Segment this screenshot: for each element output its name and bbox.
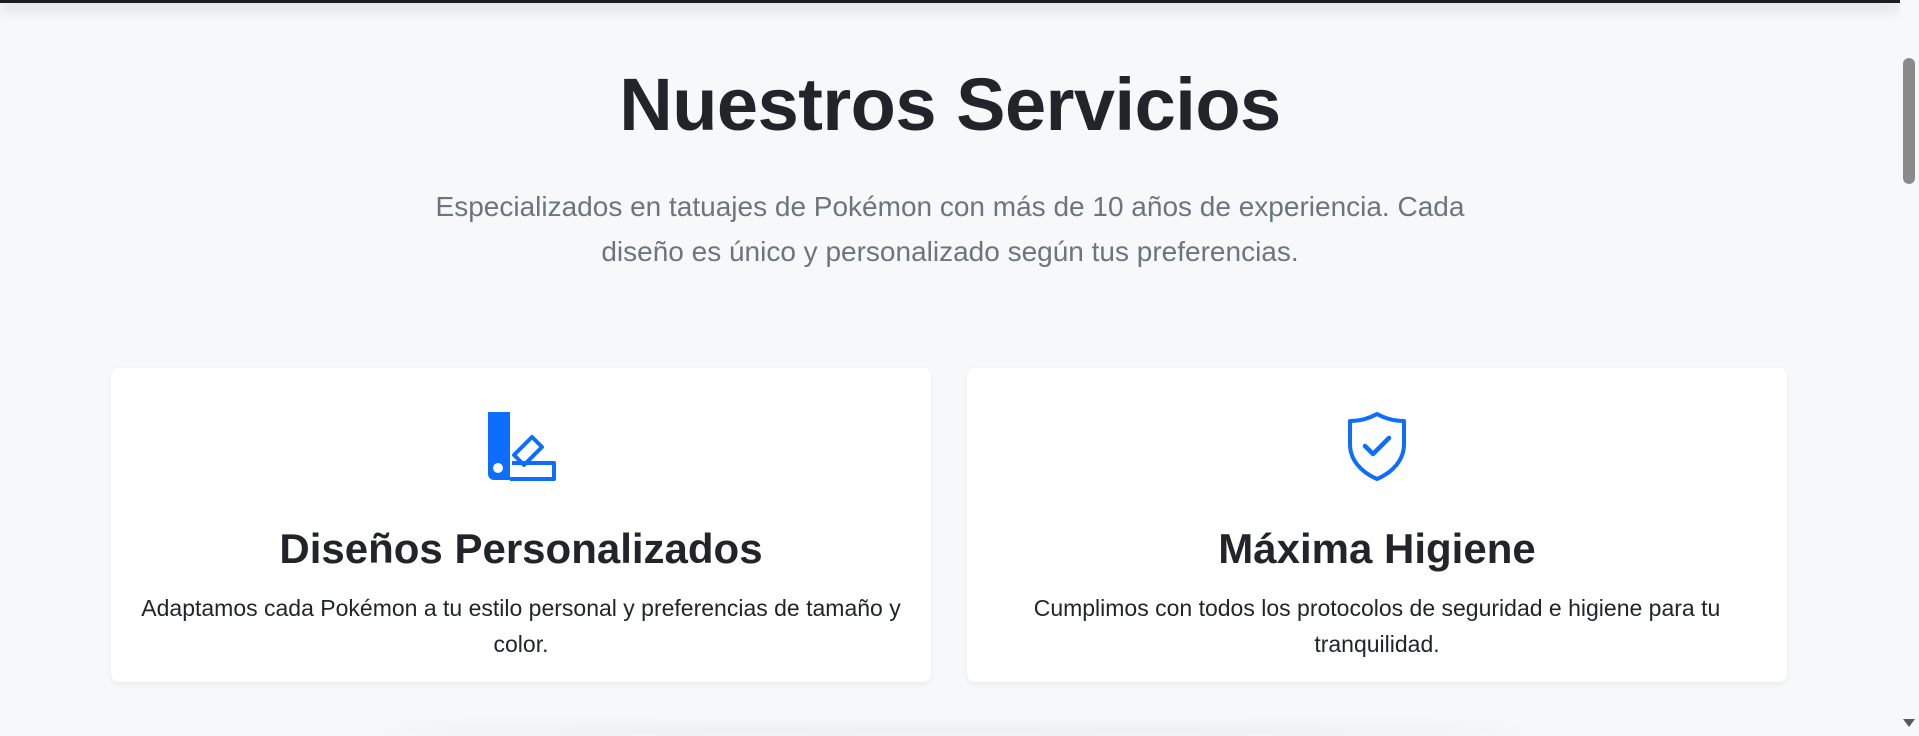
- card-title: Máxima Higiene: [1218, 525, 1536, 572]
- section-title: Nuestros Servicios: [619, 63, 1281, 146]
- card-title: Diseños Personalizados: [279, 525, 763, 572]
- next-section-shadow: [380, 726, 1520, 736]
- card-description: Adaptamos cada Pokémon a tu estilo perso…: [141, 595, 901, 657]
- service-card-custom-designs: Diseños Personalizados Adaptamos cada Po…: [111, 368, 931, 682]
- page: Nuestros Servicios Especializados en tat…: [0, 0, 1919, 736]
- scrollbar-thumb[interactable]: [1903, 58, 1915, 184]
- palette-swatch-icon: [485, 410, 557, 482]
- services-section: Nuestros Servicios Especializados en tat…: [0, 0, 1900, 736]
- card-description: Cumplimos con todos los protocolos de se…: [1033, 595, 1721, 657]
- section-subtitle: Especializados en tatuajes de Pokémon co…: [435, 191, 1465, 267]
- service-card-hygiene: Máxima Higiene Cumplimos con todos los p…: [967, 368, 1787, 682]
- shield-check-icon: [1341, 410, 1413, 482]
- scroll-down-arrow-icon[interactable]: [1903, 719, 1915, 727]
